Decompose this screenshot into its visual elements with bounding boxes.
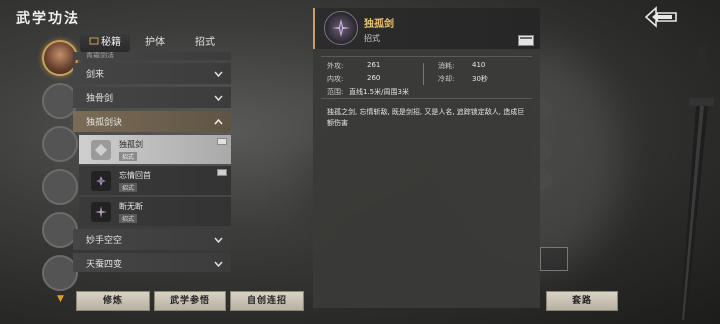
skill-detail-panel: 独孤剑 招式 外攻: 261 消耗: 410 内攻: 260 冷却: 30秒 范… xyxy=(313,8,540,308)
skill-list[interactable]: 青霜剑法 剑来 独骨剑 独孤剑诀 独孤剑 招式 忘情回首 招式 断无断 招式 妙… xyxy=(73,52,231,272)
stat-label: 冷却: xyxy=(438,75,455,83)
skill-item-selected[interactable]: 独孤剑 招式 xyxy=(79,135,231,164)
skill-item-tag: 招式 xyxy=(119,213,138,223)
swirl-skill-icon xyxy=(91,170,111,191)
skill-detail-header: 独孤剑 招式 xyxy=(313,8,540,49)
skill-item[interactable]: 忘情回首 招式 xyxy=(79,166,231,195)
scroll-icon xyxy=(89,37,99,45)
stat-label: 内攻: xyxy=(327,75,344,83)
category-label: 青霜剑法 xyxy=(86,52,114,59)
skill-item-name: 独孤剑 xyxy=(119,139,143,149)
tab-secret-books[interactable]: 秘籍 xyxy=(80,34,130,52)
list-category-expanded[interactable]: 独孤剑诀 xyxy=(73,111,231,132)
skill-item-name: 断无断 xyxy=(119,201,143,211)
stat-label: 外攻: xyxy=(327,62,344,70)
practice-button[interactable]: 修炼 xyxy=(76,291,150,311)
list-category[interactable]: 剑来 xyxy=(73,63,231,84)
page-title: 武学功法 xyxy=(16,11,80,27)
stat-divider xyxy=(423,63,424,85)
book-icon[interactable] xyxy=(518,35,534,46)
burst-skill-icon xyxy=(91,201,111,222)
back-arrow-icon[interactable] xyxy=(644,5,678,29)
skill-item[interactable]: 断无断 招式 xyxy=(79,197,231,226)
stat-inner-attack: 内攻: 260 xyxy=(327,74,380,84)
skill-item-name: 忘情回首 xyxy=(119,170,151,180)
stat-value: 410 xyxy=(472,61,486,69)
tab-moves[interactable]: 招式 xyxy=(180,34,230,52)
category-label: 妙手空空 xyxy=(86,236,123,246)
list-category[interactable]: 独骨剑 xyxy=(73,87,231,108)
stat-value: 261 xyxy=(367,61,381,69)
divider xyxy=(321,56,532,57)
category-label: 剑来 xyxy=(86,70,105,80)
list-category[interactable]: 天蚕四变 xyxy=(73,253,231,272)
stat-range: 范围: 直线1.5米/周围3米 xyxy=(327,87,409,97)
stat-value: 直线1.5米/周围3米 xyxy=(349,88,409,96)
category-label: 天蚕四变 xyxy=(86,260,123,270)
sword-illustration xyxy=(680,46,714,324)
book-icon xyxy=(217,169,227,176)
stat-consume: 消耗: 410 xyxy=(438,61,485,71)
chevron-down-icon xyxy=(214,237,223,243)
scroll-down-icon[interactable]: ▼ xyxy=(57,294,64,304)
category-label: 独骨剑 xyxy=(86,94,114,104)
chevron-down-icon xyxy=(214,71,223,77)
faded-slot-box xyxy=(540,247,568,271)
skill-item-tag: 招式 xyxy=(119,182,138,192)
sword-skill-icon xyxy=(91,139,111,160)
skill-description: 独孤之剑, 忘情斩敌, 既是剑招, 又是人名, 追踪锁定敌人, 造成巨额伤害 xyxy=(327,108,525,127)
divider xyxy=(321,98,532,99)
chevron-down-icon xyxy=(214,261,223,267)
chevron-down-icon xyxy=(214,95,223,101)
list-category[interactable]: 青霜剑法 xyxy=(73,52,231,60)
routine-button[interactable]: 套路 xyxy=(546,291,618,311)
tab-label: 护体 xyxy=(145,37,165,48)
list-category[interactable]: 妙手空空 xyxy=(73,229,231,250)
stat-value: 260 xyxy=(367,74,381,82)
stat-cooldown: 冷却: 30秒 xyxy=(438,74,488,84)
book-icon xyxy=(217,138,227,145)
category-label: 独孤剑诀 xyxy=(86,118,123,128)
skill-type: 招式 xyxy=(364,34,380,43)
tab-label: 秘籍 xyxy=(101,37,121,48)
insight-button[interactable]: 武学参悟 xyxy=(154,291,226,311)
skill-emblem-icon xyxy=(324,11,358,45)
stat-outer-attack: 外攻: 261 xyxy=(327,61,380,71)
stat-label: 消耗: xyxy=(438,62,455,70)
skill-item-tag: 招式 xyxy=(119,151,138,161)
stat-label: 范围: xyxy=(327,88,344,96)
skill-name: 独孤剑 xyxy=(364,19,394,30)
tab-body-protection[interactable]: 护体 xyxy=(130,34,180,52)
chevron-up-icon xyxy=(214,118,223,124)
tab-label: 招式 xyxy=(195,37,215,48)
tab-bar: 秘籍 护体 招式 xyxy=(80,34,230,52)
stat-value: 30秒 xyxy=(472,75,488,83)
custom-combo-button[interactable]: 自创连招 xyxy=(230,291,304,311)
